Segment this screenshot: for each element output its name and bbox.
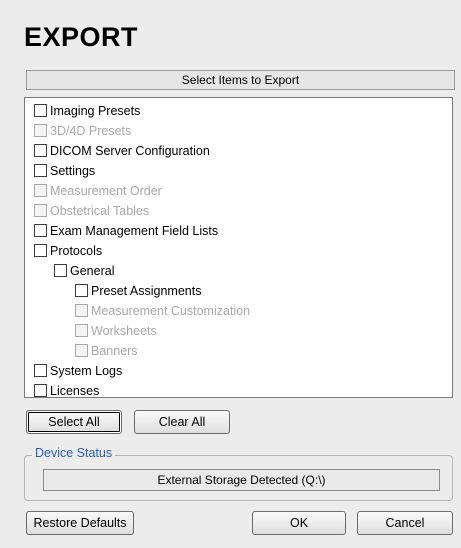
item-label: DICOM Server Configuration bbox=[50, 143, 210, 158]
checkbox bbox=[34, 124, 47, 137]
clear-all-button[interactable]: Clear All bbox=[134, 410, 230, 434]
ok-button[interactable]: OK bbox=[252, 511, 346, 535]
checkbox[interactable] bbox=[54, 264, 67, 277]
item-label: Banners bbox=[91, 343, 138, 358]
select-all-button[interactable]: Select All bbox=[26, 410, 122, 434]
item-label: Protocols bbox=[50, 243, 103, 258]
item-exam-management-field-lists[interactable]: Exam Management Field Lists bbox=[34, 221, 218, 240]
checkbox[interactable] bbox=[34, 224, 47, 237]
item-imaging-presets[interactable]: Imaging Presets bbox=[34, 101, 140, 120]
item-system-logs[interactable]: System Logs bbox=[34, 361, 122, 380]
item-label: Settings bbox=[50, 163, 96, 178]
checkbox[interactable] bbox=[34, 164, 47, 177]
item-label: System Logs bbox=[50, 363, 123, 378]
item-banners: Banners bbox=[75, 341, 138, 360]
item-label: Licenses bbox=[50, 383, 100, 398]
export-items-list: Imaging Presets 3D/4D Presets DICOM Serv… bbox=[24, 97, 453, 398]
device-status-field: External Storage Detected (Q:\) bbox=[43, 469, 440, 491]
checkbox[interactable] bbox=[34, 364, 47, 377]
restore-defaults-button[interactable]: Restore Defaults bbox=[26, 511, 134, 535]
item-3d4d-presets: 3D/4D Presets bbox=[34, 121, 131, 140]
item-settings[interactable]: Settings bbox=[34, 161, 95, 180]
item-label: General bbox=[70, 263, 115, 278]
item-measurement-order: Measurement Order bbox=[34, 181, 162, 200]
item-label: 3D/4D Presets bbox=[50, 123, 132, 138]
item-protocols[interactable]: Protocols bbox=[34, 241, 102, 260]
checkbox[interactable] bbox=[34, 384, 47, 397]
checkbox bbox=[34, 184, 47, 197]
item-dicom-server-configuration[interactable]: DICOM Server Configuration bbox=[34, 141, 210, 160]
item-label: Measurement Customization bbox=[91, 303, 251, 318]
checkbox[interactable] bbox=[34, 244, 47, 257]
device-status-legend: Device Status bbox=[32, 446, 116, 460]
item-label: Worksheets bbox=[91, 323, 157, 338]
section-header: Select Items to Export bbox=[26, 70, 455, 90]
checkbox[interactable] bbox=[34, 144, 47, 157]
item-label: Measurement Order bbox=[50, 183, 162, 198]
cancel-button[interactable]: Cancel bbox=[357, 511, 453, 535]
item-measurement-customization: Measurement Customization bbox=[75, 301, 250, 320]
item-preset-assignments[interactable]: Preset Assignments bbox=[75, 281, 201, 300]
checkbox bbox=[34, 204, 47, 217]
item-label: Preset Assignments bbox=[91, 283, 202, 298]
item-licenses[interactable]: Licenses bbox=[34, 381, 99, 400]
item-label: Exam Management Field Lists bbox=[50, 223, 219, 238]
checkbox bbox=[75, 304, 88, 317]
item-worksheets: Worksheets bbox=[75, 321, 157, 340]
checkbox bbox=[75, 324, 88, 337]
item-obstetrical-tables: Obstetrical Tables bbox=[34, 201, 149, 220]
checkbox[interactable] bbox=[75, 284, 88, 297]
item-label: Obstetrical Tables bbox=[50, 203, 150, 218]
item-general[interactable]: General bbox=[54, 261, 114, 280]
checkbox[interactable] bbox=[34, 104, 47, 117]
dialog-title: EXPORT bbox=[24, 22, 139, 52]
checkbox bbox=[75, 344, 88, 357]
item-label: Imaging Presets bbox=[50, 103, 141, 118]
